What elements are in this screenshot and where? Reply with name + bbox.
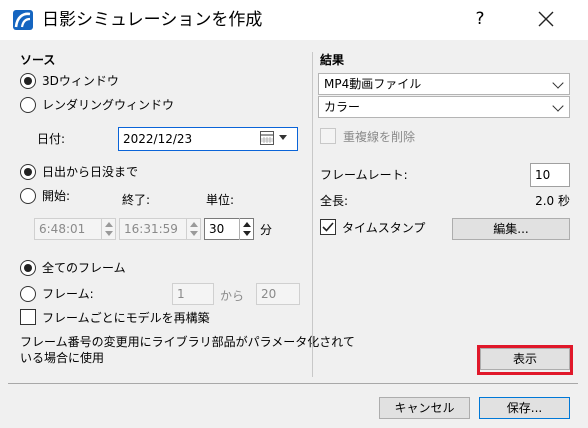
interval-spinner[interactable]: [239, 218, 253, 240]
unit-label: 単位:: [206, 193, 235, 207]
start-time-value: 6:48:01: [39, 222, 86, 236]
note-line-1: フレーム番号の変更用にライブラリ部品がパラメータ化されて: [20, 335, 355, 349]
radio-rendering-window[interactable]: [20, 97, 36, 113]
result-heading: 結果: [320, 53, 345, 67]
framerate-label: フレームレート:: [320, 168, 408, 182]
chevron-down-icon: [552, 100, 564, 112]
timestamp-checkbox[interactable]: [320, 219, 336, 235]
edit-button[interactable]: 編集...: [452, 218, 570, 240]
calendar-icon[interactable]: [260, 131, 274, 145]
window-title: 日影シミュレーションを作成: [42, 10, 263, 30]
source-heading: ソース: [20, 53, 56, 67]
color-mode-value: カラー: [324, 100, 361, 114]
spin-down-icon: [243, 231, 251, 236]
remove-duplicate-lines-label: 重複線を削除: [343, 130, 416, 144]
radio-frames[interactable]: [20, 286, 36, 302]
radio-start[interactable]: [20, 188, 36, 204]
framerate-field[interactable]: 10: [530, 163, 570, 187]
radio-start-label: 開始:: [42, 189, 71, 203]
radio-all-frames-label: 全てのフレーム: [42, 261, 126, 275]
chevron-down-icon: [552, 77, 564, 89]
remove-duplicate-lines-checkbox[interactable]: [320, 128, 336, 144]
color-mode-select[interactable]: カラー: [318, 96, 570, 118]
radio-all-frames[interactable]: [20, 260, 36, 276]
date-value: 2022/12/23: [123, 132, 193, 146]
note-line-2: いる場合に使用: [20, 351, 105, 365]
archicad-app-icon: [13, 10, 33, 30]
cancel-button[interactable]: キャンセル: [379, 397, 470, 419]
frame-to-value: 20: [261, 287, 277, 301]
spin-up-icon: [190, 222, 198, 227]
frame-from-field[interactable]: 1: [172, 283, 214, 305]
end-time-spinner[interactable]: [186, 218, 200, 240]
radio-rendering-window-label: レンダリングウィンドウ: [42, 98, 175, 112]
end-time-value: 16:31:59: [124, 222, 178, 236]
timestamp-label: タイムスタンプ: [342, 221, 426, 235]
rebuild-model-checkbox[interactable]: [20, 309, 36, 325]
date-dropdown-arrow-icon[interactable]: [279, 135, 287, 140]
checkmark-icon: [322, 222, 334, 232]
date-label: 日付:: [37, 132, 66, 146]
radio-frames-label: フレーム:: [42, 287, 94, 301]
footer-divider: [8, 383, 578, 384]
radio-sunrise-sunset-label: 日出から日没まで: [42, 165, 139, 179]
interval-unit: 分: [260, 223, 273, 237]
vertical-divider: [312, 52, 313, 377]
length-value: 2.0 秒: [535, 194, 570, 208]
from-label: から: [220, 289, 245, 303]
close-icon: [538, 11, 554, 27]
frame-from-value: 1: [177, 287, 185, 301]
spin-up-icon: [105, 222, 113, 227]
frame-to-field[interactable]: 20: [256, 283, 300, 305]
close-button[interactable]: [530, 6, 562, 34]
rebuild-model-label: フレームごとにモデルを再構築: [42, 311, 210, 325]
length-label: 全長:: [320, 194, 349, 208]
help-button[interactable]: ?: [468, 6, 492, 32]
spin-up-icon: [243, 222, 251, 227]
radio-sunrise-sunset[interactable]: [20, 164, 36, 180]
radio-3d-window[interactable]: [20, 73, 36, 89]
spin-down-icon: [105, 231, 113, 236]
format-select[interactable]: MP4動画ファイル: [318, 73, 570, 95]
interval-value: 30: [209, 222, 225, 236]
save-button[interactable]: 保存...: [479, 397, 570, 419]
start-time-spinner[interactable]: [101, 218, 115, 240]
radio-3d-window-label: 3Dウィンドウ: [42, 74, 119, 88]
framerate-value: 10: [535, 168, 551, 182]
spin-down-icon: [190, 231, 198, 236]
show-button[interactable]: 表示: [480, 348, 570, 370]
format-value: MP4動画ファイル: [324, 77, 422, 91]
end-label: 終了:: [122, 193, 151, 207]
